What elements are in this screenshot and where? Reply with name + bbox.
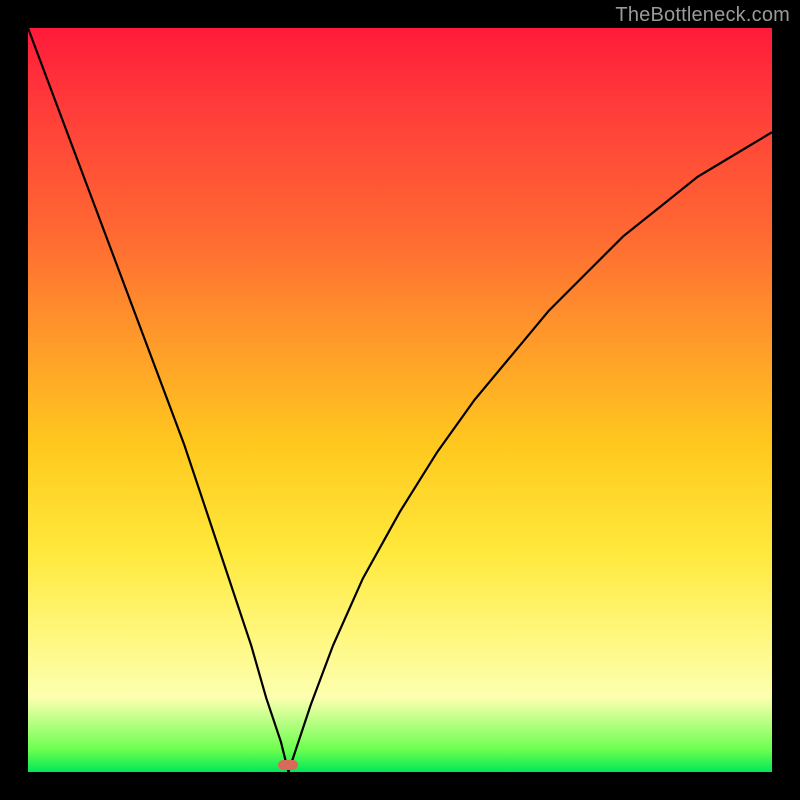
- minimum-marker: [278, 760, 298, 770]
- bottleneck-curve: [28, 28, 772, 772]
- plot-area: [28, 28, 772, 772]
- attribution-text: TheBottleneck.com: [615, 4, 790, 27]
- chart-frame: TheBottleneck.com: [0, 0, 800, 800]
